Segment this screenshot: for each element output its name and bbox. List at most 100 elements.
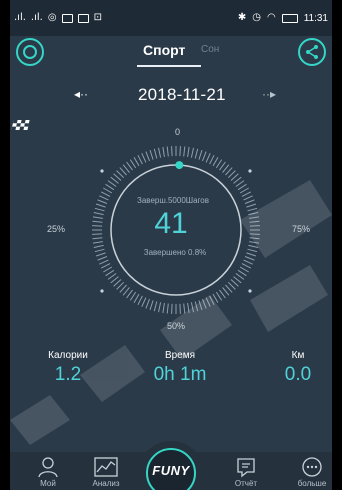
dial-tick [166,303,169,314]
dial-tick [116,170,125,179]
dial-tick [97,256,108,261]
dial-tick [205,297,211,307]
nav-analysis[interactable]: Анализ [80,456,132,488]
dial-tick [187,146,190,157]
report-icon [237,458,255,478]
distance-stat: Км 0.0 [280,350,316,386]
dial-tick [183,146,186,157]
dial-tick [153,301,158,312]
dial-tick [171,146,173,157]
user-icon [38,457,58,478]
dial-tick [230,279,239,287]
location-icon: ◎ [47,12,57,23]
tab-sport[interactable]: Спорт [143,42,185,58]
dial-tick [116,281,125,290]
dial-tick [222,164,230,173]
dial-tick [209,154,215,165]
dial-marker [248,289,252,293]
dial-tick [162,146,165,157]
calories-value: 1.2 [54,364,82,385]
dial-tick [126,161,133,171]
completed-percent: Завершено 0.8% [143,248,207,257]
dial-tick [126,289,133,299]
dial-tick [105,183,115,191]
dial-tick [145,151,150,162]
dial-tick [239,266,249,273]
dial-tick [194,148,199,159]
lock-icon: ⊡ [93,12,102,23]
header: Спорт Сон [10,36,332,67]
nav-report-label: Отчёт [234,479,258,488]
dial-tick [225,167,233,176]
dial-tick [92,241,103,244]
center-home-button[interactable]: FUNY [137,441,205,490]
dial-tick [166,146,169,157]
battery-icon [281,13,298,23]
date-navigation: ◂·· 2018-11-21 ··▸ [10,84,332,106]
dial-tick [233,176,242,184]
status-right-icons: ✱ ◷ ◠ 11:31 [238,12,328,24]
dial-tick [209,295,215,306]
center-logo-ring: FUNY [146,448,196,490]
prev-date-button[interactable]: ◂·· [74,87,88,101]
dial-tick [249,241,260,244]
dial-tick [129,159,137,169]
calories-stat: Калории 1.2 [38,350,98,386]
dial-tick [212,293,219,303]
dial-tick [99,259,109,265]
percent-label-top: 0 [175,127,181,137]
dial-tick [198,149,203,160]
dial-marker [248,169,252,173]
dial-tick [110,176,119,184]
nav-me[interactable]: Мой [22,456,74,488]
distance-value: 0.0 [284,364,312,385]
dial-tick [215,291,223,301]
dial-tick [239,187,249,194]
dial-tick [205,153,211,163]
dial-tick [237,183,247,191]
dial-marker [100,289,104,293]
share-button[interactable] [298,38,326,66]
dial-tick [158,302,162,313]
dial-tick [137,154,143,165]
dial-tick [171,303,173,314]
nav-more[interactable]: больше [286,456,332,488]
dial-tick [202,298,207,309]
dial-tick [183,303,186,314]
alarm-icon: ◷ [252,12,261,23]
dial-tick [212,157,219,167]
dial-tick [233,276,242,284]
dial-tick [107,180,117,187]
dial-tick [194,301,199,312]
dial-tick [222,287,230,296]
next-date-button[interactable]: ··▸ [262,87,276,101]
dial-tick [219,289,226,299]
percent-label-bottom: 50% [167,321,186,331]
dial-tick [107,273,117,280]
dial-tick [225,284,233,293]
dial-tick [129,291,137,301]
step-dial: 0 25% 75% 50% Заверш.5000Шагов 41 Заверш… [10,118,332,338]
dial-tick [119,284,127,293]
status-bar: .ıl. .ıl. ◎ ⊡ ✱ ◷ ◠ 11:31 [10,0,332,36]
dial-tick [179,303,181,314]
signal-icon: .ıl. [30,12,43,23]
nav-report[interactable]: Отчёт [220,456,272,488]
dial-tick [235,273,245,280]
nav-analysis-label: Анализ [92,479,120,488]
dial-tick [149,300,154,311]
dial-tick [235,180,245,187]
ring-button[interactable] [16,38,44,66]
image-icon [61,13,73,23]
dial-tick [141,153,147,163]
dial-tick [202,151,207,162]
finish-flag-icon [11,120,30,131]
dial-tick [122,164,130,173]
distance-label: Км [291,350,305,361]
dial-tick [133,157,140,167]
app-screen: .ıl. .ıl. ◎ ⊡ ✱ ◷ ◠ 11:31 Спорт Сон ◂·· … [10,0,332,490]
dial-tick [158,147,162,158]
wifi-icon: ◠ [266,12,276,23]
tab-sleep[interactable]: Сон [201,44,219,55]
dial-tick [230,173,239,181]
